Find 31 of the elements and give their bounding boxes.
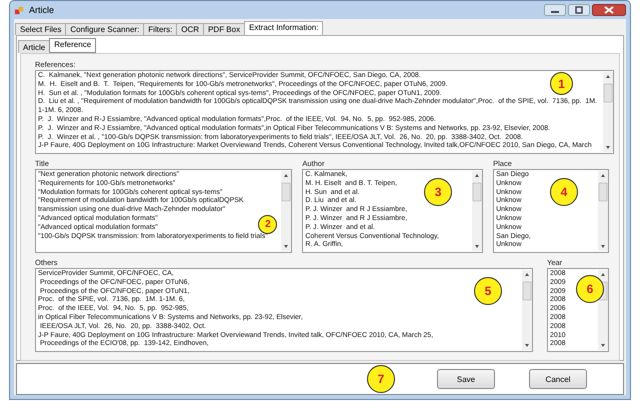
minimize-icon[interactable] (544, 4, 566, 16)
scrollbar[interactable] (522, 270, 532, 350)
action-button[interactable]: Save (437, 369, 495, 389)
tab[interactable]: Filters: (143, 23, 178, 35)
maximize-icon[interactable] (568, 4, 590, 16)
number-marker: 4 (550, 178, 578, 206)
close-icon[interactable] (592, 4, 626, 16)
scrollbar[interactable] (598, 171, 608, 251)
number-marker: 6 (576, 275, 604, 303)
tab[interactable]: Configure Scanner: (65, 23, 144, 35)
scrollbar[interactable] (281, 171, 292, 251)
text-area[interactable] (35, 268, 533, 352)
text-area[interactable] (35, 70, 614, 154)
tab[interactable]: PDF Box (203, 23, 246, 35)
window-title: Article (29, 5, 54, 15)
scrollbar[interactable] (472, 171, 482, 251)
number-marker: 3 (424, 178, 452, 206)
number-marker: 1 (550, 72, 573, 95)
tab[interactable]: Extract Information: (244, 21, 324, 35)
number-marker: 7 (367, 365, 395, 393)
number-marker: 5 (474, 277, 502, 305)
app-icon (14, 4, 25, 16)
tab[interactable]: Select Files (15, 23, 66, 35)
text-area[interactable] (302, 169, 484, 253)
tab[interactable]: Article (18, 40, 50, 53)
action-button[interactable]: Cancel (529, 369, 587, 389)
tab[interactable]: OCR (176, 23, 204, 35)
tab[interactable]: Reference (49, 38, 96, 53)
text-area[interactable] (35, 169, 292, 253)
number-marker: 2 (258, 215, 278, 234)
scrollbar[interactable] (603, 72, 613, 152)
